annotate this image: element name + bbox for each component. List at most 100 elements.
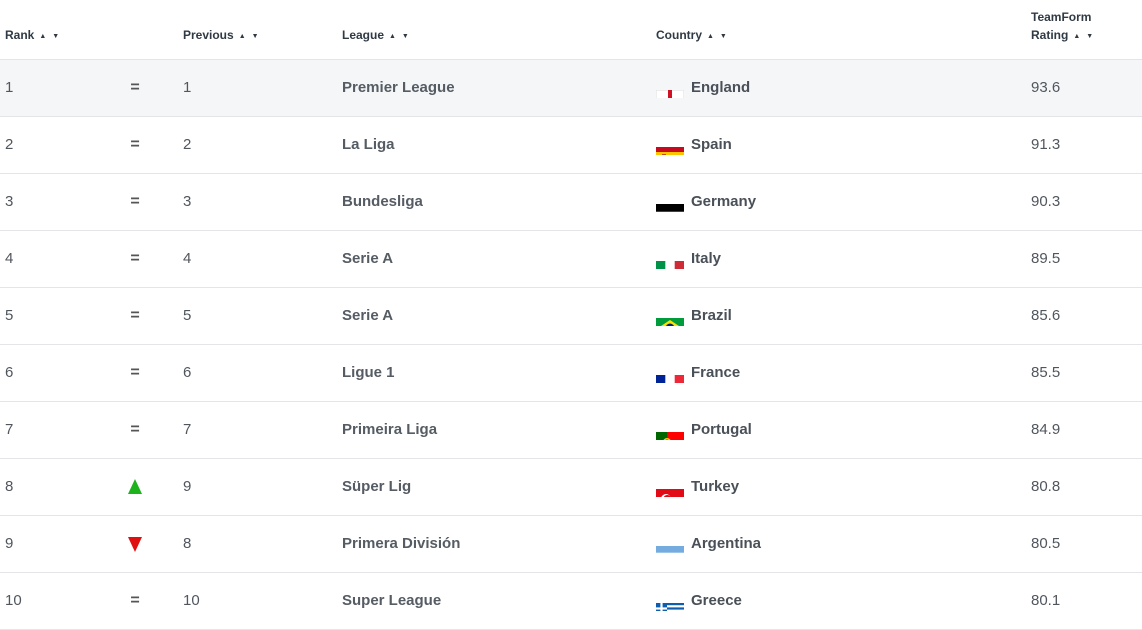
movement-cell: =: [127, 345, 143, 401]
sort-icon[interactable]: ▲ ▼: [239, 33, 261, 40]
previous-cell: 5: [183, 307, 192, 324]
league-cell[interactable]: Super League: [342, 573, 441, 629]
rating-cell: 89.5: [1031, 250, 1061, 267]
unchanged-icon: =: [130, 79, 140, 96]
greece-flag-icon: [656, 591, 684, 611]
league-cell[interactable]: Ligue 1: [342, 345, 395, 401]
header-previous-label: Previous: [183, 28, 234, 42]
table-row[interactable]: 9 8 Primera División Argentina 80.5: [0, 516, 1142, 573]
league-cell[interactable]: Serie A: [342, 231, 393, 287]
rating-cell: 93.6: [1031, 79, 1061, 96]
country-cell[interactable]: Spain: [656, 117, 732, 173]
previous-cell: 6: [183, 364, 192, 381]
table-row[interactable]: 10 = 10 Super League Greece 80.1: [0, 573, 1142, 630]
header-rating[interactable]: TeamForm Rating ▲ ▼: [1031, 8, 1095, 46]
country-name: Spain: [691, 136, 732, 153]
table-row[interactable]: 1 = 1 Premier League England 93.6: [0, 60, 1142, 117]
argentina-flag-icon: [656, 534, 684, 554]
previous-cell: 4: [183, 250, 192, 267]
table-row[interactable]: 4 = 4 Serie A Italy 89.5: [0, 231, 1142, 288]
header-rating-line2: Rating: [1031, 28, 1069, 42]
league-cell[interactable]: La Liga: [342, 117, 395, 173]
league-cell[interactable]: Premier League: [342, 60, 455, 116]
table-row[interactable]: 7 = 7 Primeira Liga Portugal 84.9: [0, 402, 1142, 459]
header-rank-label: Rank: [5, 28, 35, 42]
rating-cell: 80.1: [1031, 592, 1061, 609]
table-body: 1 = 1 Premier League England 93.6 2 = 2 La Liga Sp…: [0, 60, 1142, 630]
unchanged-icon: =: [130, 421, 140, 438]
italy-flag-icon: [656, 249, 684, 269]
header-league[interactable]: League ▲ ▼: [342, 26, 411, 46]
header-country[interactable]: Country ▲ ▼: [656, 26, 729, 46]
league-cell[interactable]: Primera División: [342, 516, 460, 572]
rating-cell: 85.6: [1031, 307, 1061, 324]
country-cell[interactable]: Greece: [656, 573, 742, 629]
rating-cell: 90.3: [1031, 193, 1061, 210]
movement-cell: =: [127, 60, 143, 116]
country-name: Argentina: [691, 535, 762, 552]
country-name: England: [691, 79, 751, 96]
unchanged-icon: =: [130, 592, 140, 609]
country-name: Portugal: [691, 421, 752, 438]
previous-cell: 2: [183, 136, 192, 153]
table-row[interactable]: 8 9 Süper Lig Turkey 80.8: [0, 459, 1142, 516]
header-rank[interactable]: Rank ▲ ▼: [5, 26, 61, 46]
up-arrow-icon: [128, 479, 142, 494]
table-row[interactable]: 6 = 6 Ligue 1 France 85.5: [0, 345, 1142, 402]
previous-cell: 7: [183, 421, 192, 438]
country-cell[interactable]: Argentina: [656, 516, 761, 572]
table-row[interactable]: 3 = 3 Bundesliga Germany 90.3: [0, 174, 1142, 231]
country-name: Brazil: [691, 307, 732, 324]
down-arrow-icon: [128, 537, 142, 552]
unchanged-icon: =: [130, 364, 140, 381]
rank-cell: 1: [5, 79, 14, 96]
league-cell[interactable]: Süper Lig: [342, 459, 411, 515]
table-row[interactable]: 5 = 5 Serie A Brazil 85.6: [0, 288, 1142, 345]
movement-cell: =: [127, 231, 143, 287]
movement-cell: =: [127, 402, 143, 458]
country-cell[interactable]: Brazil: [656, 288, 732, 344]
table-header: Rank ▲ ▼ Previous ▲ ▼ League ▲ ▼ Country ▲ ▼…: [0, 0, 1142, 60]
header-rating-line1: TeamForm: [1031, 10, 1092, 24]
rank-cell: 9: [5, 535, 14, 552]
sort-icon[interactable]: ▲ ▼: [707, 33, 729, 40]
league-cell[interactable]: Serie A: [342, 288, 393, 344]
sort-icon[interactable]: ▲ ▼: [39, 33, 61, 40]
rank-cell: 6: [5, 364, 14, 381]
previous-cell: 3: [183, 193, 192, 210]
country-cell[interactable]: Portugal: [656, 402, 752, 458]
sort-icon[interactable]: ▲ ▼: [389, 33, 411, 40]
rating-cell: 85.5: [1031, 364, 1061, 381]
rating-cell: 80.8: [1031, 478, 1061, 495]
country-cell[interactable]: France: [656, 345, 740, 401]
country-name: France: [691, 364, 741, 381]
germany-flag-icon: [656, 192, 684, 212]
unchanged-icon: =: [130, 193, 140, 210]
previous-cell: 9: [183, 478, 192, 495]
country-name: Italy: [691, 250, 722, 267]
rank-cell: 7: [5, 421, 14, 438]
table-row[interactable]: 2 = 2 La Liga Spain 91.3: [0, 117, 1142, 174]
league-cell[interactable]: Bundesliga: [342, 174, 423, 230]
header-previous[interactable]: Previous ▲ ▼: [183, 26, 261, 46]
sort-icon[interactable]: ▲ ▼: [1073, 33, 1095, 40]
header-league-label: League: [342, 28, 385, 42]
country-cell[interactable]: Turkey: [656, 459, 739, 515]
rank-cell: 8: [5, 478, 14, 495]
unchanged-icon: =: [130, 136, 140, 153]
movement-cell: =: [127, 288, 143, 344]
france-flag-icon: [656, 363, 684, 383]
previous-cell: 10: [183, 592, 200, 609]
league-cell[interactable]: Primeira Liga: [342, 402, 437, 458]
england-flag-icon: [656, 78, 684, 98]
country-cell[interactable]: Germany: [656, 174, 756, 230]
movement-cell: [127, 459, 143, 515]
country-cell[interactable]: England: [656, 60, 750, 116]
portugal-flag-icon: [656, 420, 684, 440]
movement-cell: =: [127, 573, 143, 629]
rating-cell: 91.3: [1031, 136, 1061, 153]
turkey-flag-icon: [656, 477, 684, 497]
rank-cell: 5: [5, 307, 14, 324]
country-cell[interactable]: Italy: [656, 231, 721, 287]
movement-cell: =: [127, 174, 143, 230]
